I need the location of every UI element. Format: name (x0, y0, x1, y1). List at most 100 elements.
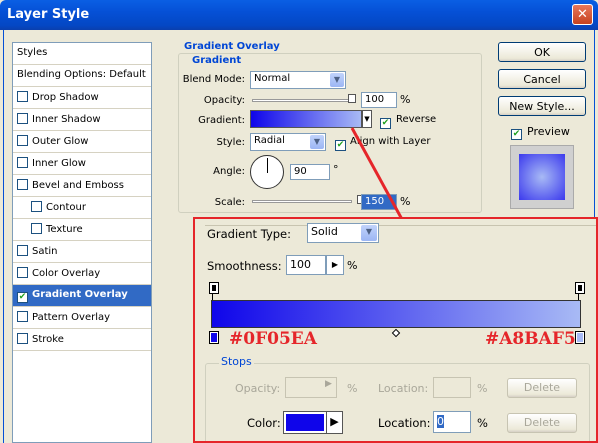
color-stop-left[interactable] (209, 331, 219, 344)
window-title: Layer Style (7, 7, 90, 22)
preview-label: Preview (527, 125, 570, 138)
checkbox-icon[interactable] (17, 113, 28, 124)
stop-location-input[interactable] (433, 377, 471, 398)
preview-check-icon: ✔ (511, 129, 522, 140)
stop-location2-value: 0 (437, 415, 444, 428)
blend-mode-select[interactable]: Normal ▼ (250, 71, 346, 89)
panel-divider (205, 225, 596, 226)
sidebar-item-label: Styles (17, 47, 48, 58)
scale-label: Scale: (214, 197, 245, 208)
stop-location2-unit: % (477, 416, 488, 430)
sidebar-item[interactable]: Texture (13, 219, 151, 241)
sidebar-item[interactable]: Bevel and Emboss (13, 175, 151, 197)
opacity-slider[interactable] (252, 99, 352, 102)
sidebar-item-label: Blending Options: Default (17, 69, 146, 80)
stop-color-fill (286, 414, 324, 431)
sidebar-item[interactable]: Outer Glow (13, 131, 151, 153)
angle-needle (267, 158, 268, 173)
sidebar-item-label: Color Overlay (32, 268, 101, 279)
sidebar-item[interactable]: ✔ Gradient Overlay (13, 285, 151, 307)
sidebar-item[interactable]: Satin (13, 241, 151, 263)
style-label: Style: (216, 137, 246, 148)
sidebar-item[interactable]: Drop Shadow (13, 87, 151, 109)
checkbox-icon[interactable] (31, 223, 42, 234)
stop-color-swatch[interactable]: ▶ (283, 411, 343, 434)
checkbox-icon[interactable] (17, 311, 28, 322)
new-style-button[interactable]: New Style... (498, 96, 586, 116)
midpoint-diamond[interactable] (391, 328, 401, 338)
checkbox-icon[interactable] (17, 157, 28, 168)
gradient-bar[interactable] (211, 300, 581, 328)
stop-color-arrow-icon: ▶ (326, 412, 342, 433)
title-bar: Layer Style (0, 0, 598, 30)
sidebar-item-label: Drop Shadow (32, 92, 99, 103)
style-select[interactable]: Radial ▼ (250, 133, 326, 151)
stop-color-label: Color: (247, 416, 281, 430)
sidebar-item[interactable]: Color Overlay (13, 263, 151, 285)
sidebar-item-label: Texture (46, 224, 83, 235)
sidebar-item-label: Gradient Overlay (32, 289, 128, 300)
sidebar-item-label: Inner Shadow (32, 114, 101, 125)
checkbox-icon[interactable] (17, 91, 28, 102)
opacity-input[interactable]: 100 (361, 92, 397, 108)
sidebar-item-label: Outer Glow (32, 136, 89, 147)
preview-swatch (519, 154, 565, 200)
ok-button[interactable]: OK (498, 42, 586, 62)
sidebar-item[interactable]: Blending Options: Default (13, 65, 151, 87)
sidebar-item-label: Stroke (32, 334, 64, 345)
angle-label: Angle: (213, 166, 245, 177)
sidebar-item-label: Satin (32, 246, 58, 257)
chevron-down-icon: ▼ (330, 73, 344, 87)
stop-location2-input[interactable]: 0 (433, 411, 471, 433)
preview-checkbox[interactable]: ✔ (511, 124, 526, 140)
preview-thumbnail (510, 145, 574, 209)
sidebar-item[interactable]: Inner Shadow (13, 109, 151, 131)
checkbox-icon[interactable] (17, 267, 28, 278)
chevron-down-icon: ▼ (361, 225, 377, 241)
stop-location-label: Location: (378, 382, 429, 395)
checkbox-icon[interactable] (17, 333, 28, 344)
stop-color-delete-button[interactable]: Delete (507, 413, 577, 433)
checkbox-icon[interactable] (17, 135, 28, 146)
close-button[interactable]: ✕ (572, 4, 593, 25)
start-color-label: #0F05EA (229, 329, 317, 349)
checkbox-icon[interactable] (31, 201, 42, 212)
checkbox-icon[interactable] (17, 179, 28, 190)
opacity-slider-thumb[interactable] (348, 94, 356, 103)
opacity-stop-right-fill (578, 285, 582, 291)
checkbox-icon[interactable] (17, 245, 28, 256)
opacity-label: Opacity: (203, 95, 245, 106)
gradient-type-label: Gradient Type: (207, 227, 291, 241)
color-stop-left-fill (211, 333, 217, 342)
opacity-stop-right[interactable] (575, 282, 585, 294)
gradient-type-select[interactable]: Solid ▼ (307, 223, 379, 243)
opacity-stop-left[interactable] (209, 282, 219, 294)
stop-opacity-unit: % (347, 382, 358, 395)
stop-location-unit: % (477, 382, 488, 395)
opacity-stop-left-fill (212, 285, 216, 291)
angle-input[interactable]: 90 (290, 164, 330, 180)
smoothness-arrow-icon[interactable]: ▶ (326, 255, 344, 275)
opacity-unit: % (400, 93, 411, 106)
sidebar-item[interactable]: Styles (13, 43, 151, 65)
stop-opacity-label: Opacity: (235, 382, 281, 395)
smoothness-input[interactable]: 100 (286, 255, 326, 275)
checkbox-icon[interactable]: ✔ (17, 292, 28, 303)
end-color-label: #A8BAF5 (485, 329, 576, 349)
angle-dial[interactable] (250, 155, 284, 189)
sidebar-item[interactable]: Contour (13, 197, 151, 219)
styles-list: Styles Blending Options: Default Drop Shad… (12, 42, 152, 443)
smoothness-unit: % (347, 259, 358, 272)
stop-opacity-delete-button[interactable]: Delete (507, 378, 577, 398)
sidebar-item[interactable]: Stroke (13, 329, 151, 351)
blend-mode-label: Blend Mode: (182, 74, 245, 85)
stop-opacity-arrow-icon: ▶ (325, 379, 332, 389)
section-title: Gradient Overlay (182, 41, 282, 52)
sidebar-item[interactable]: Inner Glow (13, 153, 151, 175)
stop-location2-label: Location: (378, 416, 431, 430)
color-stop-right[interactable] (575, 331, 585, 344)
sidebar-item[interactable]: Pattern Overlay (13, 307, 151, 329)
gradient-label: Gradient: (198, 115, 245, 126)
cancel-button[interactable]: Cancel (498, 69, 586, 89)
gradient-group-title: Gradient (190, 55, 244, 66)
